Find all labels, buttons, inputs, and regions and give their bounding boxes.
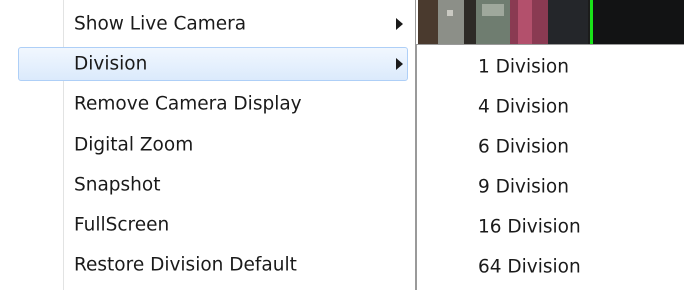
submenu-item-1-division[interactable]: 1 Division — [417, 47, 683, 87]
menu-item-label: Digital Zoom — [74, 134, 194, 156]
menu-item-label: Remove Camera Display — [74, 93, 302, 115]
menu-item-remove-camera-display[interactable]: Remove Camera Display — [0, 85, 412, 123]
submenu-item-label: 16 Division — [478, 216, 581, 238]
camera-frame-segment — [418, 0, 438, 44]
context-menu: Show Live Camera Division Remove Camera … — [0, 0, 416, 290]
menu-item-label: Show Live Camera — [74, 13, 247, 35]
menu-item-snapshot[interactable]: Snapshot — [0, 166, 412, 204]
app-stage: Show Live Camera Division Remove Camera … — [0, 0, 684, 290]
camera-frame-segment — [593, 0, 684, 44]
menu-item-division[interactable]: Division — [0, 45, 412, 83]
submenu-item-label: 9 Division — [478, 176, 569, 198]
camera-frame-segment — [438, 0, 464, 44]
camera-frame-segment — [476, 0, 510, 44]
menu-item-label: Division — [74, 53, 148, 75]
live-camera-preview — [418, 0, 684, 44]
division-submenu: 1 Division 4 Division 6 Division 9 Divis… — [416, 44, 684, 290]
submenu-item-64-division[interactable]: 64 Division — [417, 247, 683, 287]
menu-item-label: Snapshot — [74, 174, 161, 196]
menu-item-show-live-camera[interactable]: Show Live Camera — [0, 5, 412, 43]
menu-item-label: Restore Division Default — [74, 254, 297, 276]
menu-item-fullscreen[interactable]: FullScreen — [0, 206, 412, 244]
submenu-item-label: 6 Division — [478, 136, 569, 158]
camera-frame-segment — [548, 0, 588, 44]
chevron-right-icon — [396, 58, 403, 70]
menu-item-digital-zoom[interactable]: Digital Zoom — [0, 126, 412, 164]
camera-frame-segment — [510, 0, 548, 44]
submenu-item-label: 4 Division — [478, 96, 569, 118]
chevron-right-icon — [396, 18, 403, 30]
submenu-item-4-division[interactable]: 4 Division — [417, 87, 683, 127]
submenu-item-9-division[interactable]: 9 Division — [417, 167, 683, 207]
submenu-item-16-division[interactable]: 16 Division — [417, 207, 683, 247]
submenu-item-label: 64 Division — [478, 256, 581, 278]
submenu-item-label: 1 Division — [478, 56, 569, 78]
menu-item-restore-division-default[interactable]: Restore Division Default — [0, 246, 412, 284]
menu-item-label: FullScreen — [74, 214, 170, 236]
submenu-item-6-division[interactable]: 6 Division — [417, 127, 683, 167]
camera-frame-segment — [464, 0, 476, 44]
